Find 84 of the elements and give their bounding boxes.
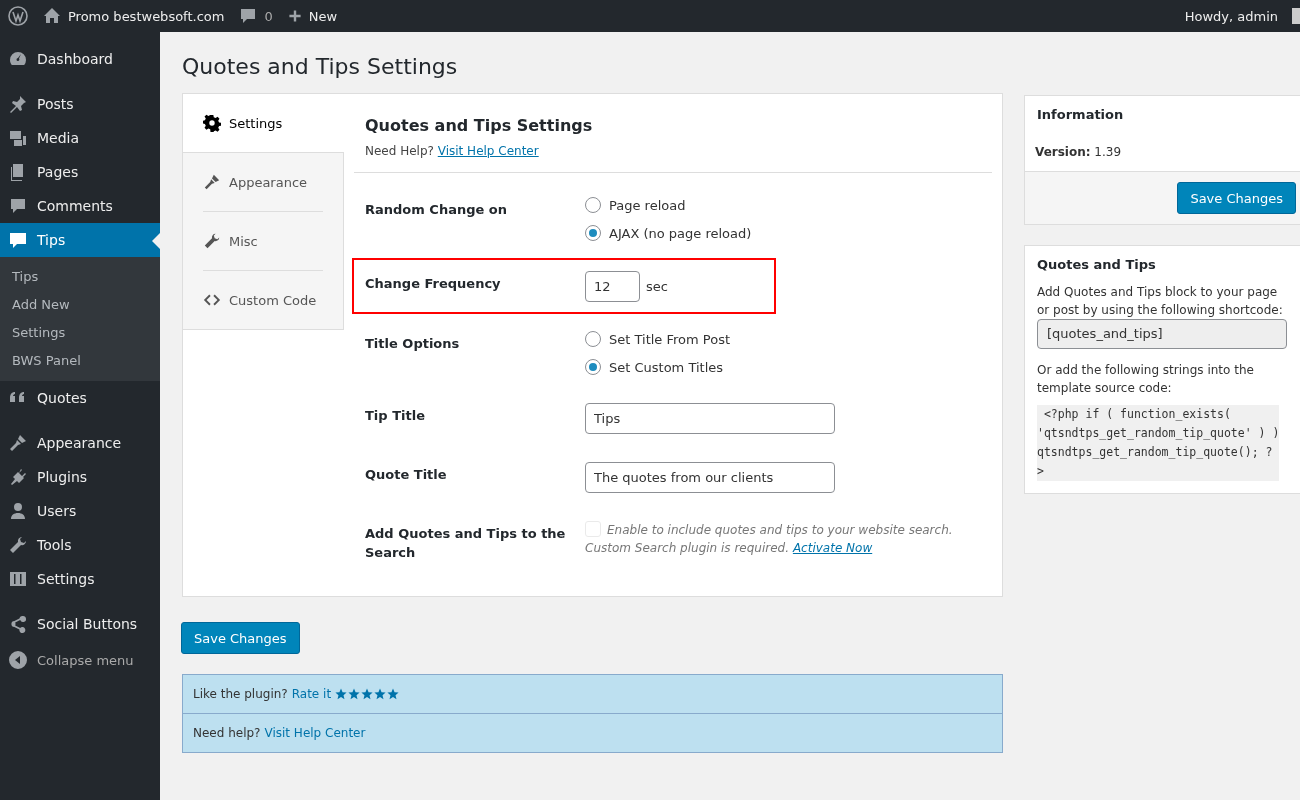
submenu-item[interactable]: Add New	[0, 291, 160, 319]
comments-count[interactable]: 0	[264, 8, 273, 24]
text-field[interactable]: The quotes from our clients	[585, 462, 835, 493]
collapse-menu-button[interactable]: Collapse menu	[0, 643, 160, 677]
share-icon	[8, 614, 28, 634]
gear-icon	[203, 114, 221, 132]
chat-icon	[8, 230, 28, 250]
sidebar-item[interactable]: Social Buttons	[0, 607, 160, 641]
sidebar-item[interactable]: Quotes	[0, 381, 160, 415]
settings-tab[interactable]: Custom Code	[203, 270, 323, 329]
star-icon[interactable]	[374, 688, 387, 700]
star-icon[interactable]	[361, 688, 374, 700]
site-name-link[interactable]: Promo bestwebsoft.com	[68, 8, 225, 24]
help-center-link[interactable]: Visit Help Center	[437, 144, 539, 158]
save-changes-button[interactable]: Save Changes	[1177, 182, 1296, 214]
page-title: Quotes and Tips Settings	[182, 54, 459, 79]
paintbrush-icon	[8, 433, 28, 453]
settings-tab[interactable]: Appearance	[203, 153, 323, 211]
radio-button[interactable]	[585, 197, 601, 213]
circle-arrow-icon	[8, 650, 28, 670]
field-label: Title Options	[365, 335, 461, 353]
radio-button[interactable]	[585, 225, 601, 241]
wrench-icon	[203, 232, 221, 250]
star-icon[interactable]	[387, 688, 400, 700]
text-field[interactable]: Tips	[585, 403, 835, 434]
greeting-link[interactable]: Howdy, admin	[1184, 8, 1278, 24]
sidebar-item[interactable]: Tools	[0, 528, 160, 562]
unit-label: sec	[646, 279, 668, 294]
sidebar-item[interactable]: Settings	[0, 562, 160, 596]
sidebar-item[interactable]: Media	[0, 121, 160, 155]
submenu-item[interactable]: Tips	[0, 263, 160, 291]
settings-tab[interactable]: Settings	[183, 94, 344, 153]
sidebar-item[interactable]: Pages	[0, 155, 160, 189]
box-title: Quotes and Tips	[1036, 256, 1157, 274]
shortcode-field[interactable]: [quotes_and_tips]	[1037, 319, 1287, 349]
radio-label: Set Title From Post	[609, 331, 730, 347]
media-icon	[8, 128, 28, 148]
wordpress-logo-icon[interactable]	[8, 6, 28, 26]
panel-title: Quotes and Tips Settings	[365, 116, 594, 135]
submenu-item[interactable]: BWS Panel	[0, 347, 160, 375]
user-icon	[8, 501, 28, 521]
radio-label: Set Custom Titles	[609, 359, 724, 375]
radio-button[interactable]	[585, 359, 601, 375]
shortcode-intro: Add Quotes and Tips block to your page or post by using the following shortcode:	[1037, 284, 1284, 319]
save-changes-button[interactable]: Save Changes	[181, 622, 300, 654]
wrench-icon	[8, 535, 28, 555]
sidebar-item[interactable]: Plugins	[0, 460, 160, 494]
box-title: Information	[1036, 106, 1125, 124]
sidebar-item[interactable]: Tips	[0, 223, 160, 257]
settings-tab[interactable]: Misc	[203, 211, 323, 270]
pushpin-icon	[8, 94, 28, 114]
notice-link[interactable]: Rate it	[291, 687, 332, 701]
star-icon[interactable]	[348, 688, 361, 700]
field-label: Tip Title	[365, 407, 426, 425]
help-text: Need Help?	[365, 144, 434, 158]
number-field[interactable]: 12	[585, 271, 640, 302]
sliders-icon	[8, 569, 28, 589]
field-label: Add Quotes and Tips to the Search	[365, 525, 567, 562]
version-text: Version: 1.39	[1034, 144, 1123, 161]
home-icon	[42, 6, 62, 26]
sidebar-item[interactable]: Dashboard	[0, 42, 160, 76]
star-icon[interactable]	[335, 688, 348, 700]
template-intro: Or add the following strings into the template source code:	[1037, 362, 1255, 397]
radio-button[interactable]	[585, 331, 601, 347]
plus-icon	[286, 8, 303, 24]
plug-icon	[8, 467, 28, 487]
speech-bubble-icon	[8, 196, 28, 216]
field-label: Quote Title	[365, 466, 448, 484]
code-snippet: <?php if ( function_exists( 'qtsndtps_get_random_tip_quote' ) ) qtsndtps_get_random_tip_quote(); ? >	[1037, 405, 1280, 481]
field-label: Random Change on	[365, 201, 508, 219]
paintbrush-icon	[203, 173, 221, 191]
radio-label: AJAX (no page reload)	[609, 225, 752, 241]
field-label: Change Frequency	[365, 275, 502, 293]
sidebar-item[interactable]: Comments	[0, 189, 160, 223]
sidebar-item[interactable]: Users	[0, 494, 160, 528]
notice-link[interactable]: Visit Help Center	[264, 726, 366, 740]
sidebar-item[interactable]: Posts	[0, 87, 160, 121]
notice-text: Like the plugin?	[193, 687, 288, 701]
radio-label: Page reload	[609, 197, 686, 213]
submenu-item[interactable]: Settings	[0, 319, 160, 347]
notice-text: Need help?	[193, 726, 261, 740]
new-link[interactable]: New	[308, 8, 338, 24]
checkbox-description: Enable to include quotes and tips to your website search. Custom Search plugin is required. Activate Now	[585, 521, 954, 557]
sidebar-item[interactable]: Appearance	[0, 426, 160, 460]
